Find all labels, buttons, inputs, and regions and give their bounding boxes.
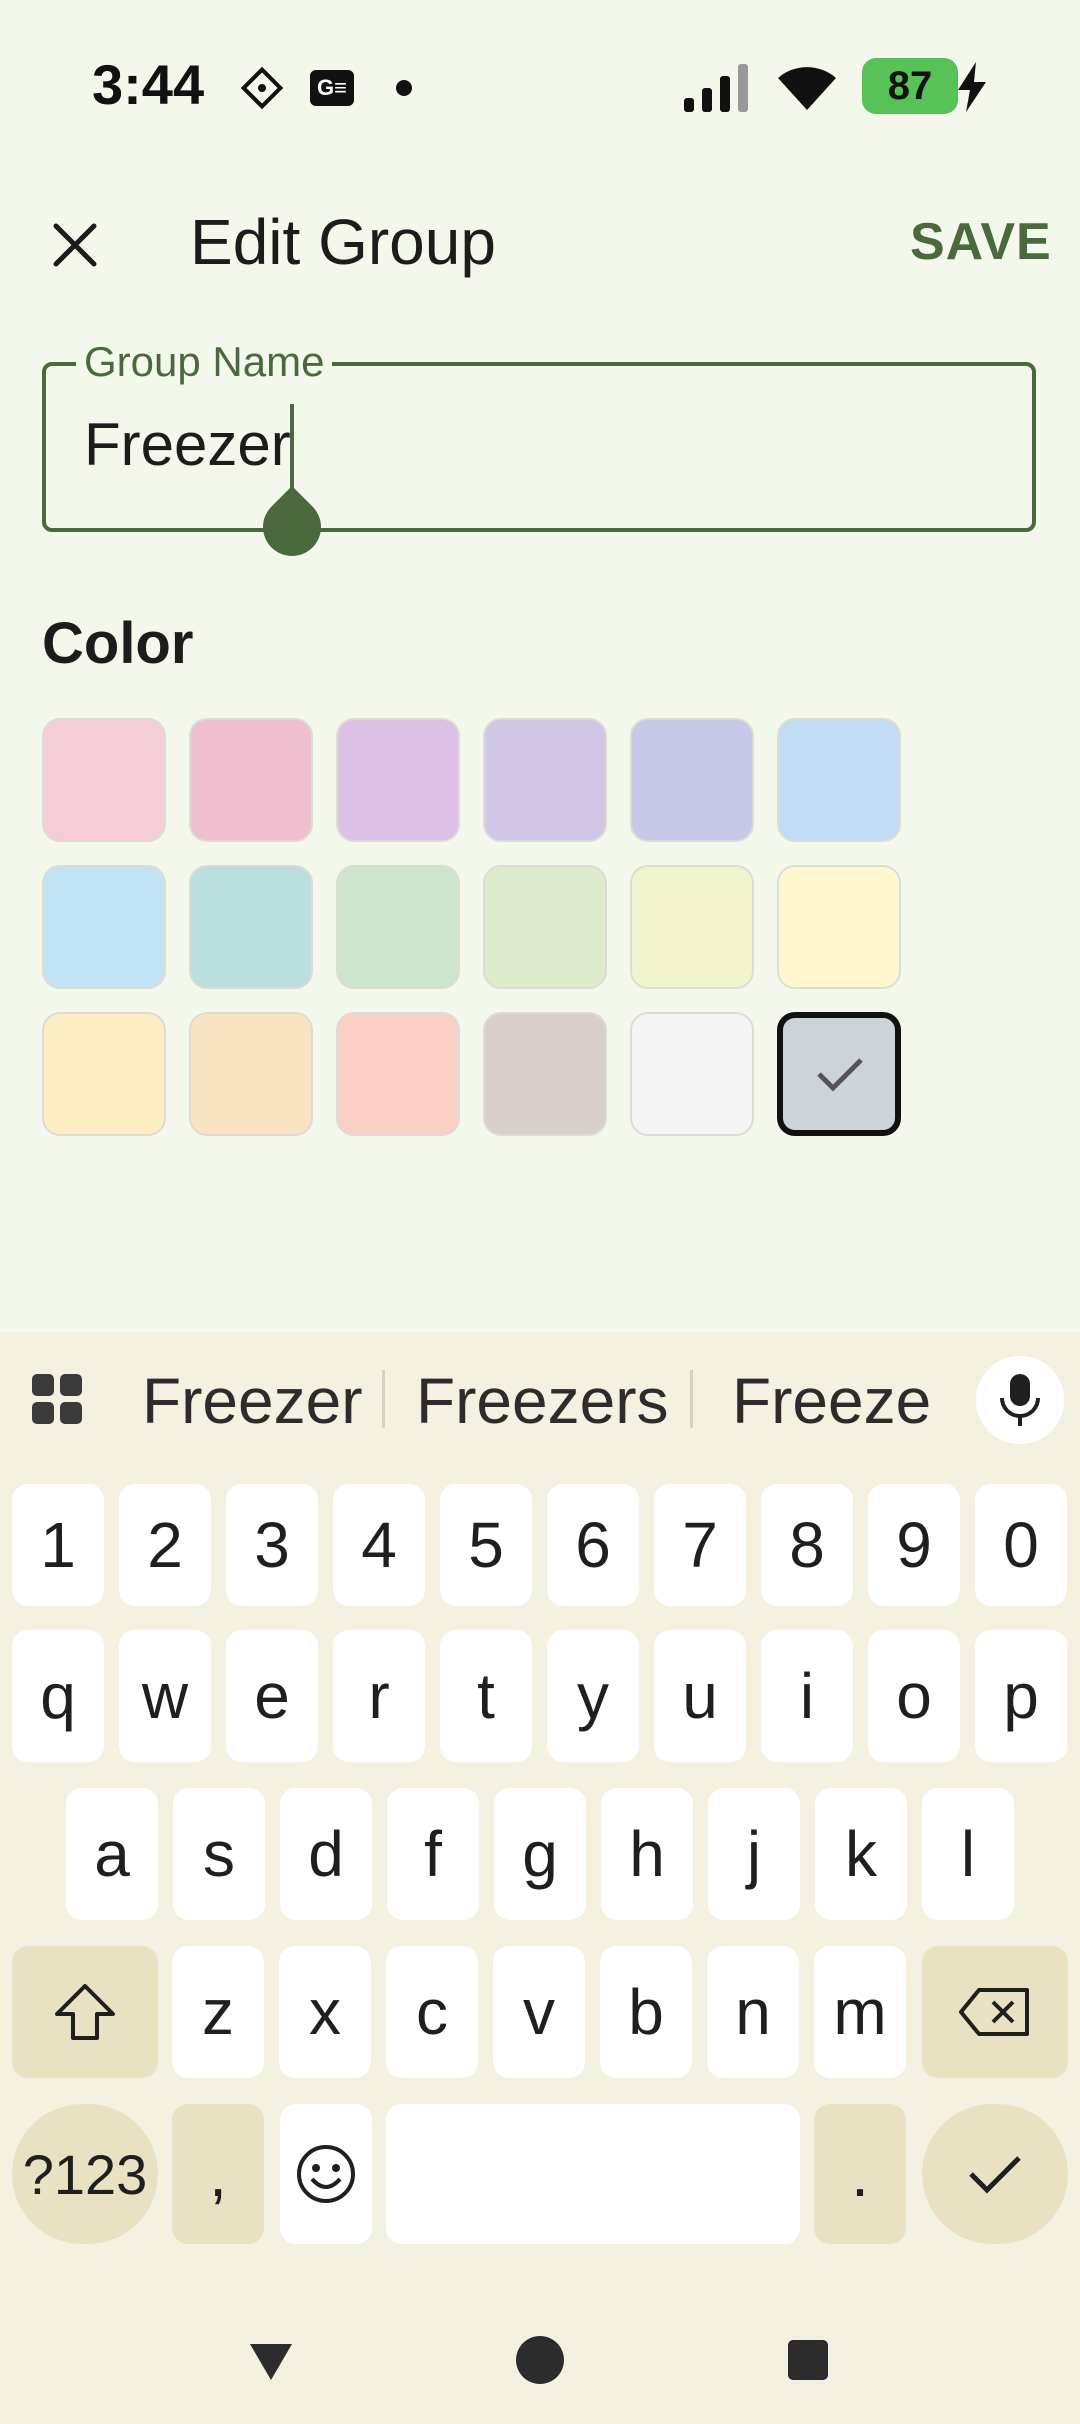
color-swatch[interactable] <box>336 718 460 842</box>
home-icon[interactable] <box>516 2336 564 2384</box>
emoji-icon <box>297 2145 355 2203</box>
key-w[interactable]: w <box>119 1630 211 1762</box>
key-j[interactable]: j <box>708 1788 800 1920</box>
color-swatch[interactable] <box>42 1012 166 1136</box>
key-0[interactable]: 0 <box>975 1484 1067 1606</box>
color-swatch[interactable] <box>630 865 754 989</box>
backspace-icon <box>959 1988 1029 2036</box>
suggestion-divider <box>690 1370 693 1428</box>
color-swatch[interactable] <box>777 1012 901 1136</box>
checkmark-icon <box>969 2156 1021 2194</box>
key-r[interactable]: r <box>333 1630 425 1762</box>
key-k[interactable]: k <box>815 1788 907 1920</box>
color-swatch[interactable] <box>630 1012 754 1136</box>
key-x[interactable]: x <box>279 1946 371 2078</box>
enter-key[interactable] <box>922 2104 1068 2244</box>
wifi-icon <box>774 60 840 112</box>
key-c[interactable]: c <box>386 1946 478 2078</box>
dot-icon <box>396 80 412 96</box>
shift-key[interactable] <box>12 1946 158 2078</box>
key-5[interactable]: 5 <box>440 1484 532 1606</box>
status-time: 3:44 <box>92 53 205 116</box>
microphone-icon <box>1000 1374 1040 1426</box>
color-swatch[interactable] <box>336 865 460 989</box>
group-name-value[interactable]: Freezer <box>84 410 291 479</box>
suggestion-2[interactable]: Freezers <box>416 1364 669 1438</box>
diamond-grid-icon <box>238 64 286 112</box>
key-h[interactable]: h <box>601 1788 693 1920</box>
key-l[interactable]: l <box>922 1788 1014 1920</box>
key-q[interactable]: q <box>12 1630 104 1762</box>
color-swatch[interactable] <box>189 718 313 842</box>
key-7[interactable]: 7 <box>654 1484 746 1606</box>
color-swatch[interactable] <box>42 718 166 842</box>
suggestion-3[interactable]: Freeze <box>732 1364 931 1438</box>
shift-icon <box>55 1984 115 2040</box>
key-m[interactable]: m <box>814 1946 906 2078</box>
color-swatch[interactable] <box>483 1012 607 1136</box>
key-p[interactable]: p <box>975 1630 1067 1762</box>
key-1[interactable]: 1 <box>12 1484 104 1606</box>
apps-grid-icon[interactable] <box>30 1372 86 1428</box>
color-swatch[interactable] <box>189 1012 313 1136</box>
key-s[interactable]: s <box>173 1788 265 1920</box>
recents-icon[interactable] <box>788 2340 828 2380</box>
key-6[interactable]: 6 <box>547 1484 639 1606</box>
page-title: Edit Group <box>190 206 496 278</box>
key-i[interactable]: i <box>761 1630 853 1762</box>
suggestion-divider <box>382 1370 385 1428</box>
key-y[interactable]: y <box>547 1630 639 1762</box>
key-n[interactable]: n <box>707 1946 799 2078</box>
key-8[interactable]: 8 <box>761 1484 853 1606</box>
backspace-key[interactable] <box>922 1946 1068 2078</box>
color-swatch[interactable] <box>483 718 607 842</box>
color-swatch[interactable] <box>777 865 901 989</box>
color-swatch[interactable] <box>42 865 166 989</box>
group-name-label: Group Name <box>76 338 333 386</box>
microphone-button[interactable] <box>976 1356 1064 1444</box>
key-a[interactable]: a <box>66 1788 158 1920</box>
period-key[interactable]: . <box>814 2104 906 2244</box>
key-o[interactable]: o <box>868 1630 960 1762</box>
checkmark-icon <box>817 1058 863 1092</box>
battery-icon: 87 <box>862 58 958 114</box>
key-t[interactable]: t <box>440 1630 532 1762</box>
charging-icon <box>956 62 988 112</box>
key-3[interactable]: 3 <box>226 1484 318 1606</box>
key-9[interactable]: 9 <box>868 1484 960 1606</box>
gmail-icon: G≡ <box>310 70 354 106</box>
save-button[interactable]: SAVE <box>910 212 1052 272</box>
emoji-key[interactable] <box>280 2104 372 2244</box>
suggestion-1[interactable]: Freezer <box>142 1364 363 1438</box>
key-2[interactable]: 2 <box>119 1484 211 1606</box>
key-g[interactable]: g <box>494 1788 586 1920</box>
color-section-label: Color <box>42 611 194 676</box>
key-v[interactable]: v <box>493 1946 585 2078</box>
symbols-key[interactable]: ?123 <box>12 2104 158 2244</box>
comma-key[interactable]: , <box>172 2104 264 2244</box>
color-swatch[interactable] <box>336 1012 460 1136</box>
color-swatch[interactable] <box>777 718 901 842</box>
key-d[interactable]: d <box>280 1788 372 1920</box>
key-b[interactable]: b <box>600 1946 692 2078</box>
close-icon[interactable] <box>40 210 110 280</box>
signal-icon <box>684 62 750 112</box>
space-key[interactable] <box>386 2104 800 2244</box>
color-swatch[interactable] <box>189 865 313 989</box>
color-swatch[interactable] <box>630 718 754 842</box>
key-u[interactable]: u <box>654 1630 746 1762</box>
key-4[interactable]: 4 <box>333 1484 425 1606</box>
key-z[interactable]: z <box>172 1946 264 2078</box>
color-swatch[interactable] <box>483 865 607 989</box>
key-e[interactable]: e <box>226 1630 318 1762</box>
back-icon[interactable] <box>246 2336 296 2386</box>
key-f[interactable]: f <box>387 1788 479 1920</box>
